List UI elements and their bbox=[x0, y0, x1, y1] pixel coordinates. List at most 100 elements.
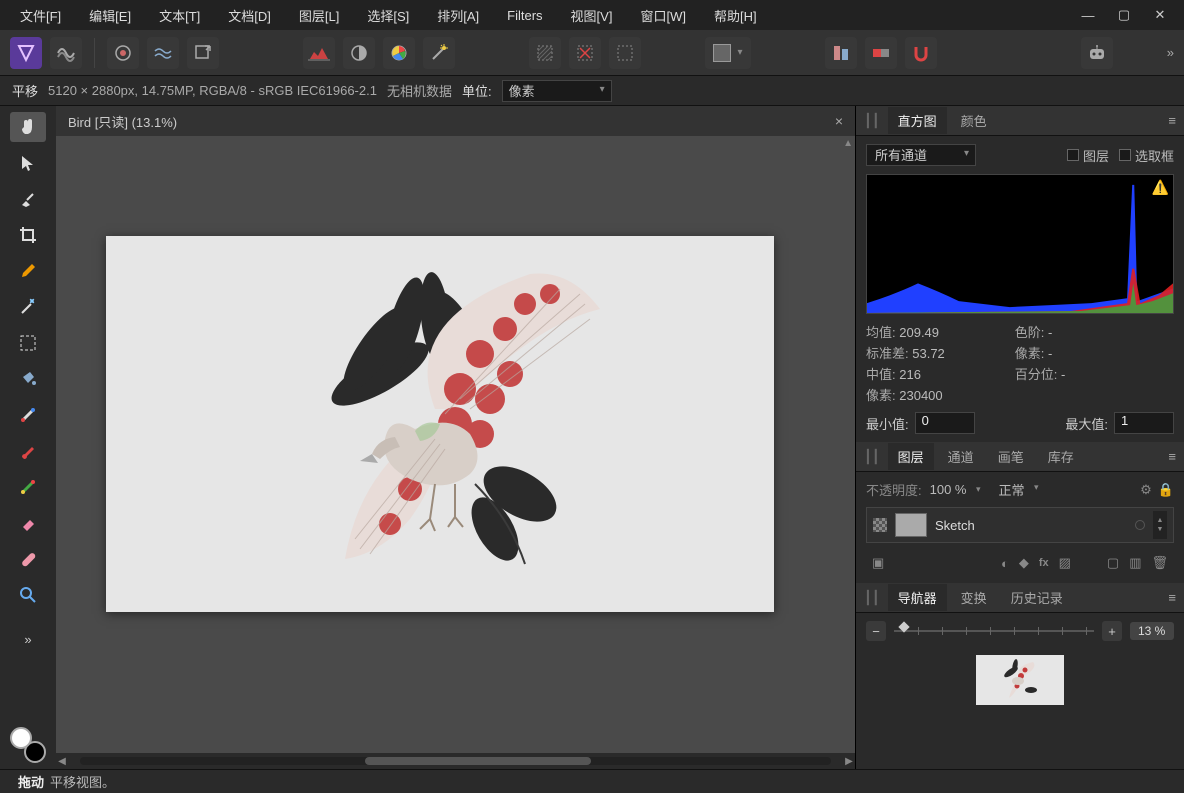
hscroll-thumb[interactable] bbox=[365, 757, 590, 765]
panel-menu-button[interactable]: ≡ bbox=[1168, 113, 1176, 128]
layer-name[interactable]: Sketch bbox=[935, 518, 1127, 533]
menu-view[interactable]: 视图[V] bbox=[557, 2, 627, 29]
close-button[interactable]: ✕ bbox=[1142, 0, 1178, 30]
tab-color[interactable]: 颜色 bbox=[951, 107, 997, 134]
panel-menu-button[interactable]: ≡ bbox=[1168, 449, 1176, 464]
healing-tool[interactable] bbox=[10, 544, 46, 574]
histogram-max-input[interactable]: 1 bbox=[1114, 412, 1174, 434]
hand-tool[interactable] bbox=[10, 112, 46, 142]
eraser-tool[interactable] bbox=[10, 508, 46, 538]
delete-layer-icon[interactable]: 🗑 bbox=[1151, 555, 1168, 571]
opacity-dropdown[interactable]: 100 % bbox=[930, 482, 981, 497]
develop-persona-button[interactable] bbox=[107, 37, 139, 69]
layer-row[interactable]: Sketch ▲▼ bbox=[866, 507, 1174, 543]
photo-persona-button[interactable] bbox=[10, 37, 42, 69]
export-persona-button[interactable] bbox=[187, 37, 219, 69]
menu-window[interactable]: 窗口[W] bbox=[626, 2, 700, 29]
zoom-value-input[interactable]: 13 % bbox=[1130, 622, 1174, 640]
menu-document[interactable]: 文档[D] bbox=[214, 2, 285, 29]
hscroll-right-icon[interactable]: ▶ bbox=[843, 756, 855, 767]
tab-navigator[interactable]: 导航器 bbox=[888, 584, 947, 611]
tab-layers[interactable]: 图层 bbox=[888, 443, 934, 470]
tab-stock[interactable]: 库存 bbox=[1038, 443, 1084, 470]
add-layer-icon[interactable]: ▢ bbox=[1107, 555, 1119, 571]
panel-grip-icon[interactable]: ┃┃ bbox=[864, 449, 880, 465]
auto-contrast-button[interactable] bbox=[343, 37, 375, 69]
swatch-dropdown[interactable]: ▾ bbox=[705, 37, 751, 69]
layer-tag-icon[interactable] bbox=[1135, 520, 1145, 530]
menu-layer[interactable]: 图层[L] bbox=[285, 2, 353, 29]
units-dropdown[interactable]: 像素 bbox=[502, 80, 612, 102]
menu-file[interactable]: 文件[F] bbox=[6, 2, 75, 29]
canvas[interactable] bbox=[106, 236, 774, 612]
maximize-button[interactable]: ▢ bbox=[1106, 0, 1142, 30]
tonemap-persona-button[interactable] bbox=[147, 37, 179, 69]
menu-arrange[interactable]: 排列[A] bbox=[423, 2, 493, 29]
zoom-tool[interactable] bbox=[10, 580, 46, 610]
blend-mode-dropdown[interactable]: 正常 bbox=[999, 480, 1039, 499]
layer-fx-icon[interactable]: fx bbox=[1039, 557, 1049, 569]
group-layer-icon[interactable]: ▥ bbox=[1129, 555, 1141, 571]
zoom-slider[interactable] bbox=[894, 622, 1094, 640]
adjustment-layer-icon[interactable]: ◐ bbox=[1001, 556, 1009, 571]
histogram-channel-dropdown[interactable]: 所有通道 bbox=[866, 144, 976, 166]
tools-overflow[interactable]: » bbox=[10, 624, 46, 654]
panel-grip-icon[interactable]: ┃┃ bbox=[864, 590, 880, 606]
zoom-in-button[interactable]: + bbox=[1102, 621, 1122, 641]
liquify-persona-button[interactable] bbox=[50, 37, 82, 69]
marquee-tool[interactable] bbox=[10, 328, 46, 358]
tab-transform[interactable]: 变换 bbox=[951, 584, 997, 611]
assistant-button[interactable] bbox=[1081, 37, 1113, 69]
histogram-layer-checkbox[interactable]: 图层 bbox=[1067, 146, 1109, 165]
selection-mode-3[interactable] bbox=[609, 37, 641, 69]
selection-brush-tool[interactable] bbox=[10, 184, 46, 214]
menu-select[interactable]: 选择[S] bbox=[353, 2, 423, 29]
tab-channels[interactable]: 通道 bbox=[938, 443, 984, 470]
tab-brushes[interactable]: 画笔 bbox=[988, 443, 1034, 470]
crop-tool[interactable] bbox=[10, 220, 46, 250]
menu-filters[interactable]: Filters bbox=[493, 4, 556, 27]
auto-colours-button[interactable] bbox=[383, 37, 415, 69]
mask-layer-icon[interactable]: ▨ bbox=[1059, 555, 1071, 571]
document-tab-close[interactable]: × bbox=[835, 113, 843, 129]
color-swatches[interactable] bbox=[10, 727, 46, 763]
tab-histogram[interactable]: 直方图 bbox=[888, 107, 947, 134]
menu-text[interactable]: 文本[T] bbox=[145, 2, 214, 29]
selection-mode-2[interactable] bbox=[569, 37, 601, 69]
layer-blend-ranges-icon[interactable]: ▣ bbox=[872, 555, 884, 571]
minimize-button[interactable]: — bbox=[1070, 0, 1106, 30]
zoom-out-button[interactable]: − bbox=[866, 621, 886, 641]
menu-help[interactable]: 帮助[H] bbox=[700, 2, 771, 29]
panel-grip-icon[interactable]: ┃┃ bbox=[864, 113, 880, 129]
toolbar-overflow[interactable]: » bbox=[1167, 45, 1174, 60]
paint-brush-tool[interactable] bbox=[10, 436, 46, 466]
snapping-button[interactable] bbox=[905, 37, 937, 69]
auto-wb-button[interactable] bbox=[423, 37, 455, 69]
selection-mode-1[interactable] bbox=[529, 37, 561, 69]
layer-lock-icon[interactable]: 🔒 bbox=[1158, 482, 1174, 498]
canvas-viewport[interactable]: ▲ bbox=[56, 136, 855, 753]
auto-levels-button[interactable] bbox=[303, 37, 335, 69]
clone-tool[interactable] bbox=[10, 472, 46, 502]
hscroll-left-icon[interactable]: ◀ bbox=[56, 756, 68, 767]
quickmask-button[interactable] bbox=[865, 37, 897, 69]
dropper-tool[interactable] bbox=[10, 256, 46, 286]
layer-expand-toggle[interactable]: ▲▼ bbox=[1153, 511, 1167, 539]
foreground-color[interactable] bbox=[10, 727, 32, 749]
vscroll-up-icon[interactable]: ▲ bbox=[843, 138, 853, 149]
panel-menu-button[interactable]: ≡ bbox=[1168, 590, 1176, 605]
layer-visibility-checkbox[interactable] bbox=[873, 518, 887, 532]
horizontal-scrollbar[interactable]: ◀ ▶ bbox=[56, 753, 855, 769]
tab-history[interactable]: 历史记录 bbox=[1001, 584, 1073, 611]
align-button[interactable] bbox=[825, 37, 857, 69]
gradient-tool[interactable] bbox=[10, 400, 46, 430]
menu-edit[interactable]: 编辑[E] bbox=[75, 2, 145, 29]
layer-settings-icon[interactable]: ⚙ bbox=[1140, 482, 1152, 498]
flood-tool[interactable] bbox=[10, 364, 46, 394]
document-tab-title[interactable]: Bird [只读] (13.1%) bbox=[68, 112, 177, 131]
histogram-selection-checkbox[interactable]: 选取框 bbox=[1119, 146, 1174, 165]
wand-tool[interactable] bbox=[10, 292, 46, 322]
navigator-preview[interactable] bbox=[976, 655, 1064, 705]
live-filter-icon[interactable]: ◆ bbox=[1019, 555, 1029, 571]
move-tool[interactable] bbox=[10, 148, 46, 178]
